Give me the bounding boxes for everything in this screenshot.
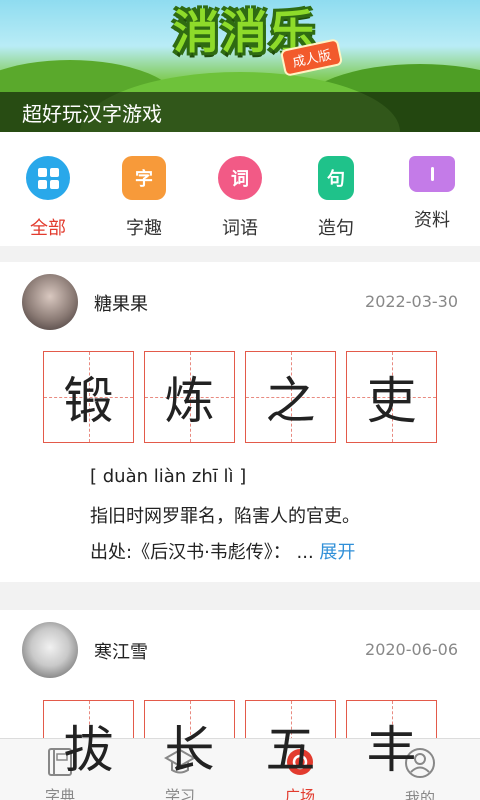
post-card[interactable]: 寒江雪 2020-06-06 拔 长 五 丰: [0, 610, 480, 792]
category-ziliao[interactable]: 资料: [392, 156, 472, 232]
meaning: 指旧时网罗罪名，陷害人的官吏。: [90, 506, 360, 527]
banner-caption: 超好玩汉字游戏: [22, 101, 162, 126]
char: 之: [265, 372, 316, 430]
char: 锻: [63, 372, 114, 430]
char-tile: 之: [245, 351, 336, 443]
nav-label: 我的: [404, 789, 435, 800]
zi-icon: 字: [122, 156, 166, 200]
avatar[interactable]: [22, 622, 78, 678]
pinyin: [ duàn liàn zhī lì ]: [90, 466, 247, 487]
expand-link[interactable]: 展开: [319, 542, 355, 563]
book-icon: [409, 156, 455, 192]
char: 丰: [366, 721, 417, 779]
source-line: 出处:《后汉书·韦彪传》： ... 展开: [90, 538, 355, 564]
category-all[interactable]: 全部: [8, 156, 88, 240]
ci-bubble-icon: 词: [218, 156, 262, 200]
category-ziqu[interactable]: 字 字趣: [104, 156, 184, 240]
char: 吏: [366, 372, 417, 430]
category-label: 全部: [30, 218, 66, 239]
post-username[interactable]: 糖果果: [94, 290, 148, 316]
char: 五: [265, 721, 316, 779]
category-zaoju[interactable]: 句 造句: [296, 156, 376, 240]
category-row: 全部 字 字趣 词 词语 句 造句 资料: [0, 132, 480, 246]
source-text: 出处:《后汉书·韦彪传》： ...: [90, 542, 314, 563]
category-label: 造句: [318, 218, 354, 239]
post-username[interactable]: 寒江雪: [94, 638, 148, 664]
char: 炼: [164, 372, 215, 430]
ju-doc-icon: 句: [318, 156, 354, 200]
char-tile: 吏: [346, 351, 437, 443]
nav-label: 广场: [284, 787, 315, 800]
banner[interactable]: 消消乐 成人版 超好玩汉字游戏: [0, 0, 480, 132]
category-label: 词语: [222, 218, 258, 239]
nav-label: 字典: [44, 787, 75, 800]
grid-icon: [26, 156, 70, 200]
banner-caption-bar: 超好玩汉字游戏: [0, 92, 480, 132]
post-date: 2020-06-06: [365, 640, 458, 659]
char: 拔: [63, 721, 114, 779]
post-date: 2022-03-30: [365, 292, 458, 311]
nav-label: 学习: [164, 787, 195, 800]
char: 长: [164, 721, 215, 779]
char-tile: 锻: [43, 351, 134, 443]
char-tile: 炼: [144, 351, 235, 443]
idiom-tiles: 锻 炼 之 吏: [43, 351, 437, 443]
post-card[interactable]: 糖果果 2022-03-30 锻 炼 之 吏 [ duàn liàn zhī l…: [0, 262, 480, 582]
category-label: 字趣: [126, 218, 162, 239]
category-ciyu[interactable]: 词 词语: [200, 156, 280, 240]
avatar[interactable]: [22, 274, 78, 330]
category-label: 资料: [414, 210, 450, 231]
